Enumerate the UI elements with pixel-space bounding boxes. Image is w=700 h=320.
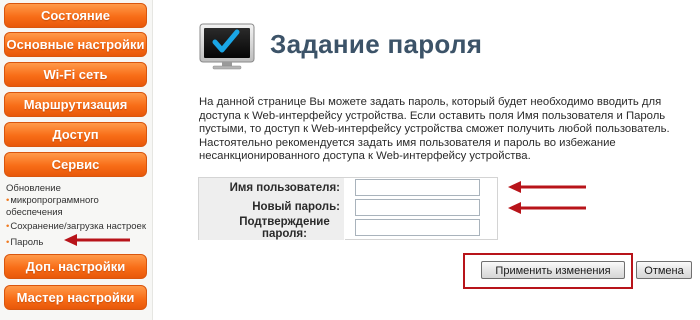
confirm-password-label-line1: Подтверждение [239, 216, 330, 228]
arrow-username-icon [508, 181, 586, 193]
arrow-new-password-icon [508, 202, 586, 214]
monitor-checkmark-icon [199, 23, 255, 70]
sidebar: Состояние Основные настройки Wi-Fi сеть … [0, 0, 153, 320]
cancel-button[interactable]: Отмена [636, 261, 692, 279]
nav-advanced-settings-button[interactable]: Доп. настройки [4, 254, 147, 279]
apply-changes-button[interactable]: Применить изменения [481, 261, 625, 279]
form-row-username: Имя пользователя: [199, 178, 497, 198]
nav-access-button[interactable]: Доступ [4, 122, 147, 147]
submenu-item-firmware-line1: Обновление [6, 183, 61, 194]
submenu-item-firmware-line3: обеспечения [6, 207, 63, 218]
page-description: На данной странице Вы можете задать паро… [199, 96, 670, 163]
username-label: Имя пользователя: [199, 178, 345, 198]
submenu-item-firmware-update[interactable]: Обновление •микропрограммного обеспечени… [6, 183, 99, 219]
form-row-new-password: Новый пароль: [199, 198, 497, 216]
nav-setup-wizard-button[interactable]: Мастер настройки [4, 285, 147, 310]
nav-wifi-button[interactable]: Wi-Fi сеть [4, 62, 147, 87]
submenu-item-save-load-label: Сохранение/загрузка настроек [10, 221, 146, 232]
submenu-item-password-label: Пароль [10, 237, 44, 248]
bullet-icon: • [6, 237, 10, 248]
nav-service-button[interactable]: Сервис [4, 152, 147, 177]
submenu-item-save-load-settings[interactable]: •Сохранение/загрузка настроек [6, 221, 146, 233]
confirm-password-label-line2: пароля: [262, 228, 307, 240]
username-input[interactable] [355, 179, 480, 196]
new-password-label: Новый пароль: [199, 198, 345, 216]
confirm-password-input[interactable] [355, 219, 480, 236]
page-title: Задание пароля [270, 29, 483, 59]
bullet-icon: • [6, 195, 10, 206]
submenu-item-firmware-line2-text: микропрограммного [10, 195, 99, 206]
nav-basic-settings-button[interactable]: Основные настройки [4, 32, 147, 57]
arrow-password-menu-icon [64, 234, 130, 246]
form-row-confirm-password: Подтверждение пароля: [199, 216, 497, 240]
new-password-input[interactable] [355, 199, 480, 216]
password-form: Имя пользователя: Новый пароль: Подтверж… [198, 177, 498, 240]
bullet-icon: • [6, 221, 10, 232]
nav-status-button[interactable]: Состояние [4, 3, 147, 28]
submenu-item-password[interactable]: •Пароль [6, 237, 43, 249]
confirm-password-label: Подтверждение пароля: [199, 216, 345, 240]
nav-routing-button[interactable]: Маршрутизация [4, 92, 147, 117]
submenu-item-firmware-line2: •микропрограммного [6, 195, 99, 207]
